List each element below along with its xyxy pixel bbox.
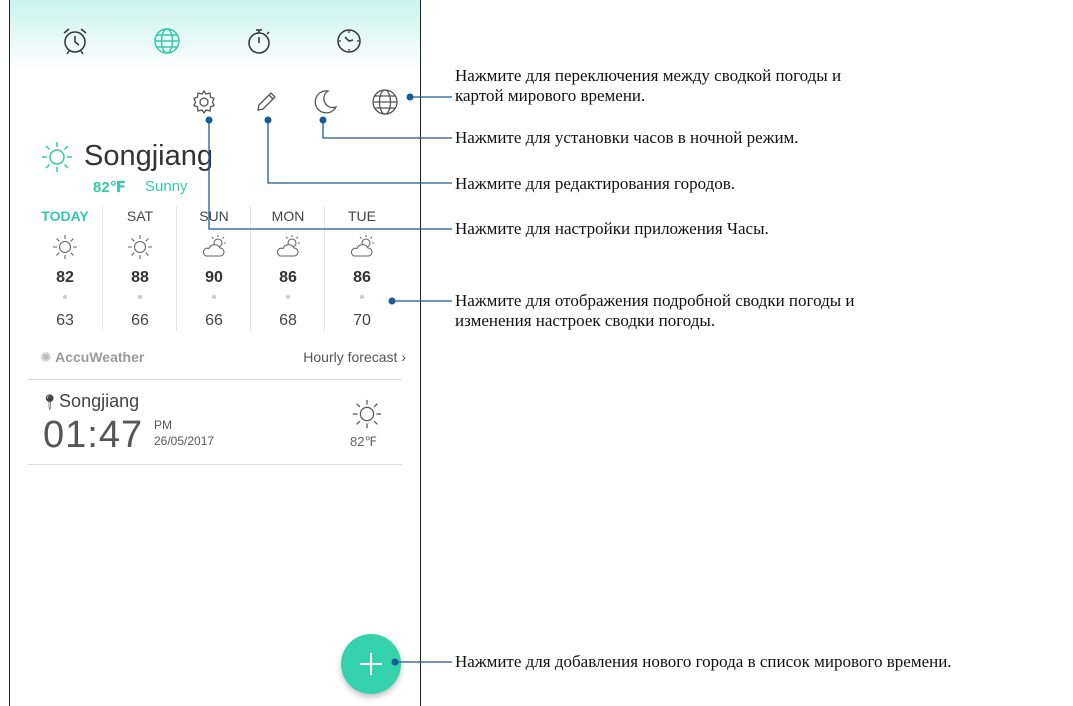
callout-settings: Нажмите для настройки приложения Часы. <box>455 219 769 238</box>
callout-add-city: Нажмите для добавления нового города в с… <box>455 652 952 671</box>
callout-edit-cities: Нажмите для редактирования городов. <box>455 174 736 193</box>
callout-weather: Нажмите для отображения подробной сводки… <box>455 291 855 330</box>
callout-night-mode: Нажмите для установки часов в ночной реж… <box>455 128 799 147</box>
callout-globe: Нажмите для переключения между сводкой п… <box>455 66 842 105</box>
